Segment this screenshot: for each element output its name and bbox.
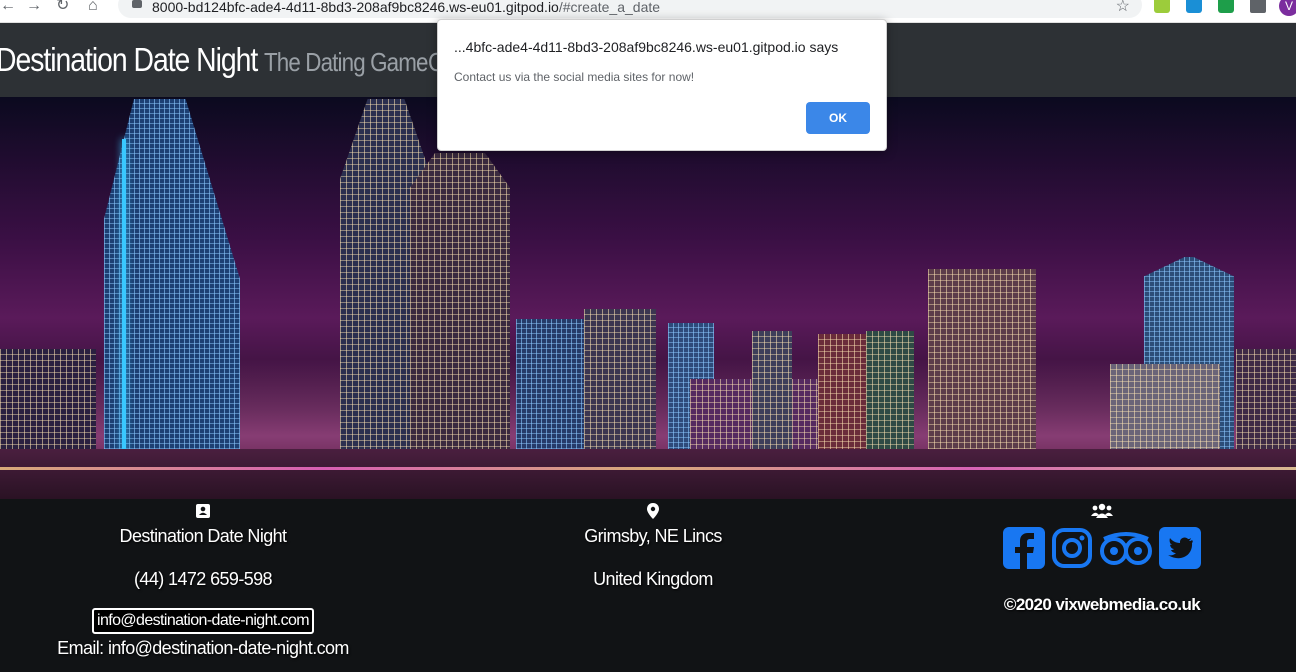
footer-copyright: ©2020 vixwebmedia.co.uk [1003,595,1201,614]
footer-phone: (44) 1472 659-598 [134,569,273,589]
footer-company-name: Destination Date Night [119,526,288,546]
map-marker-icon [647,503,659,519]
footer-social-column: ©2020 vixwebmedia.co.uk [900,499,1296,615]
footer-country: United Kingdom [593,569,713,589]
brand-title[interactable]: Destination Date Night [0,41,258,79]
profile-avatar[interactable]: V [1279,0,1296,16]
address-card-icon [196,504,210,518]
footer-city: Grimsby, NE Lincs [584,526,722,546]
extension-green-icon[interactable] [1154,0,1170,13]
dialog-message: Contact us via the social media sites fo… [454,70,695,84]
reload-icon[interactable]: ↻ [56,0,69,14]
bookmark-star-icon[interactable]: ☆ [1116,0,1130,16]
extension-blue-icon[interactable] [1186,0,1202,13]
email-link-button[interactable]: info@destination-date-night.com [92,608,314,634]
footer-location-column: Grimsby, NE Lincs United Kingdom [450,499,856,590]
alert-dialog: ...4bfc-ade4-4d11-8bd3-208af9bc8246.ws-e… [437,19,887,151]
city-highway [0,449,1296,499]
twitter-icon[interactable] [1159,527,1201,569]
url-text: 8000-bd124bfc-ade4-4d11-8bd3-208af9bc824… [152,0,661,15]
lock-icon [132,0,142,8]
dialog-title: ...4bfc-ade4-4d11-8bd3-208af9bc8246.ws-e… [454,39,839,55]
site-footer: Destination Date Night (44) 1472 659-598… [0,499,1296,672]
footer-email-line: Email: info@destination-date-night.com [57,638,349,658]
back-arrow-icon[interactable]: ← [0,0,16,14]
tripadvisor-icon[interactable] [1099,527,1153,569]
ok-button[interactable]: OK [806,102,870,134]
facebook-icon[interactable] [1003,527,1045,569]
extension-check-icon[interactable] [1218,0,1234,13]
skyscraper-left-beam [122,139,126,499]
tagline-link[interactable]: The Dating Game [264,47,428,78]
hero-city-image [0,97,1296,499]
forward-arrow-icon[interactable]: → [26,0,42,14]
users-icon [1091,503,1113,518]
home-icon[interactable]: ⌂ [88,0,98,14]
tower-center [410,153,510,499]
extensions-puzzle-icon[interactable] [1250,0,1266,13]
instagram-icon[interactable] [1051,527,1093,569]
footer-contact-column: Destination Date Night (44) 1472 659-598… [0,499,406,659]
social-icons-row [900,527,1296,569]
address-bar[interactable]: 8000-bd124bfc-ade4-4d11-8bd3-208af9bc824… [118,0,1142,18]
